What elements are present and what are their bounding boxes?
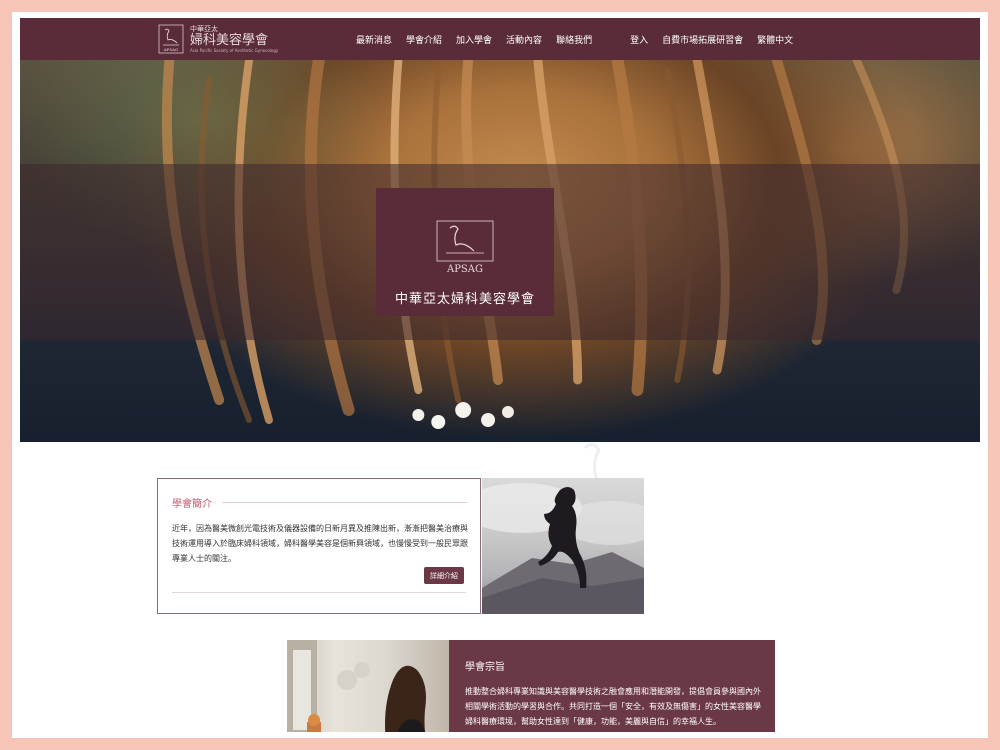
- hero-title-badge: APSAG 中華亞太婦科美容學會: [376, 188, 554, 316]
- intro-heading: 學會簡介: [172, 495, 467, 510]
- intro-heading-text: 學會簡介: [172, 499, 212, 510]
- page: APSAG 中華亞太 婦科美容學會 Asia Pacific Society o…: [20, 18, 980, 732]
- card-divider: [172, 592, 466, 593]
- intro-card: 學會簡介 近年，因為醫美微創光電技術及儀器設備的日新月異及推陳出新，漸漸把醫美治…: [157, 478, 481, 614]
- intro-body: 近年，因為醫美微創光電技術及儀器設備的日新月異及推陳出新，漸漸把醫美治療與技術運…: [172, 524, 468, 563]
- nav-item-news[interactable]: 最新消息: [356, 33, 392, 46]
- nav-item-login[interactable]: 登入: [630, 33, 648, 46]
- logo-mark-icon: APSAG: [158, 24, 184, 54]
- nav-item-language[interactable]: 繁體中文: [757, 33, 793, 46]
- nav-item-contact[interactable]: 聯絡我們: [556, 33, 592, 46]
- heading-divider: [222, 502, 467, 503]
- hero-banner: APSAG 中華亞太婦科美容學會: [20, 60, 980, 442]
- top-navbar: APSAG 中華亞太 婦科美容學會 Asia Pacific Society o…: [20, 18, 980, 60]
- nav-item-about[interactable]: 學會介紹: [406, 33, 442, 46]
- purpose-card: 學會宗旨 推動整合婦科專業知識與美容醫學技術之融會應用和潛能開發，提倡會員參與國…: [449, 640, 775, 732]
- purpose-body: 推動整合婦科專業知識與美容醫學技術之融會應用和潛能開發，提倡會員參與國內外相關學…: [465, 687, 761, 726]
- yoga-photo: [287, 640, 449, 732]
- badge-mark-text: APSAG: [446, 264, 483, 274]
- purpose-heading: 學會宗旨: [465, 662, 505, 673]
- logo-sub-text: Asia Pacific Society of Aesthetic Gyneco…: [190, 47, 279, 53]
- nav-item-workshop[interactable]: 自費市場拓展研習會: [662, 33, 743, 46]
- dancer-photo: [482, 478, 644, 614]
- hero-title: 中華亞太婦科美容學會: [394, 292, 535, 307]
- nav-item-events[interactable]: 活動內容: [506, 33, 542, 46]
- nav-item-join[interactable]: 加入學會: [456, 33, 492, 46]
- logo-main-text: 婦科美容學會: [190, 32, 269, 48]
- logo-mark-text: APSAG: [163, 47, 178, 52]
- intro-more-button[interactable]: 詳細介紹: [424, 567, 464, 584]
- site-logo[interactable]: APSAG 中華亞太 婦科美容學會 Asia Pacific Society o…: [158, 21, 278, 57]
- page-frame: APSAG 中華亞太 婦科美容學會 Asia Pacific Society o…: [10, 10, 990, 740]
- main-menu: 最新消息 學會介紹 加入學會 活動內容 聯絡我們 登入 自費市場拓展研習會 繁體…: [356, 18, 793, 60]
- logo-small-text: 中華亞太: [190, 24, 218, 33]
- apsag-logo-icon: APSAG: [436, 220, 494, 274]
